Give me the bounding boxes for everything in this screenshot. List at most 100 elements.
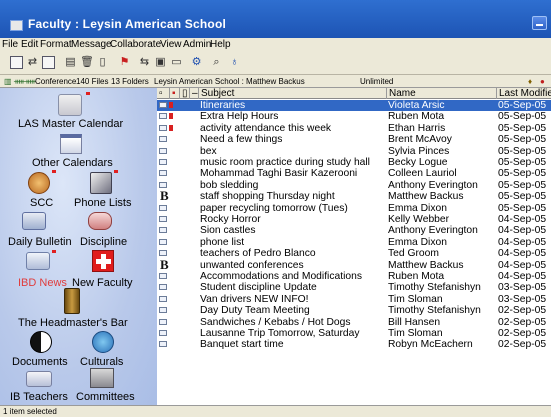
- search-icon[interactable]: ⌕: [210, 56, 223, 69]
- table-row[interactable]: Rocky Horror Kelly Webber 04-Sep-05: [157, 214, 551, 225]
- conference-icon: ▥: [4, 77, 12, 86]
- globe-icon[interactable]: [92, 331, 114, 353]
- message-subject: bob sledding: [200, 179, 259, 191]
- table-row[interactable]: Student discipline Update Timothy Stefani…: [157, 282, 551, 293]
- filter-icon[interactable]: ♁: [228, 56, 241, 69]
- table-row[interactable]: Itineraries Violeta Arsic 05-Sep-05: [157, 100, 551, 111]
- column-name[interactable]: Name: [386, 88, 496, 99]
- message-author: Emma Dixon: [388, 236, 447, 248]
- table-row[interactable]: Sandwiches / Kebabs / Hot Dogs Bill Hanse…: [157, 317, 551, 328]
- sidebar-item-las-master-calendar[interactable]: LAS Master Calendar: [18, 118, 123, 130]
- bulletin-icon[interactable]: [22, 212, 46, 230]
- building-icon[interactable]: [90, 368, 114, 388]
- menu-edit[interactable]: Edit: [21, 39, 38, 50]
- menu-file[interactable]: File: [2, 39, 18, 50]
- menu-view[interactable]: View: [160, 39, 182, 50]
- type-column-icon[interactable]: ▫: [157, 88, 169, 99]
- message-list: ▫ ▪ ▯ – Subject Name Last Modifie Itiner…: [157, 88, 551, 405]
- settings-icon[interactable]: ⚙: [190, 56, 203, 69]
- menu-format[interactable]: Format: [40, 39, 72, 50]
- table-row[interactable]: Day Duty Team Meeting Timothy Stefanishyn…: [157, 305, 551, 316]
- sort-column-icon[interactable]: –: [189, 88, 198, 99]
- print-icon[interactable]: ▤: [64, 56, 77, 69]
- table-row[interactable]: bex Sylvia Pinces 05-Sep-05: [157, 146, 551, 157]
- table-row[interactable]: Bunwanted conferences Matthew Backus 04-Se…: [157, 256, 551, 272]
- table-row[interactable]: music room practice during study hall Bec…: [157, 157, 551, 168]
- table-row[interactable]: Bstaff shopping Thursday night Matthew Ba…: [157, 189, 551, 202]
- message-author: Timothy Stefanishyn: [388, 282, 481, 294]
- message-icon: [159, 147, 167, 154]
- title-bar: Faculty : Leysin American School: [0, 0, 551, 38]
- reply-icon[interactable]: ⇄: [26, 56, 39, 69]
- file-icon[interactable]: ▯: [96, 56, 109, 69]
- sidebar-item-the-headmasters-bar[interactable]: The Headmaster's Bar: [18, 317, 128, 329]
- phone-icon[interactable]: [90, 172, 112, 194]
- sidebar-item-documents[interactable]: Documents: [12, 356, 68, 368]
- message-subject: Van drivers NEW INFO!: [200, 293, 309, 305]
- delete-icon[interactable]: 🗑: [80, 56, 94, 69]
- table-row[interactable]: Sion castles Anthony Everington 04-Sep-05: [157, 225, 551, 236]
- calendar-icon[interactable]: [60, 134, 82, 154]
- swiss-cross-icon[interactable]: [92, 250, 114, 272]
- table-row[interactable]: paper recycling tomorrow (Tues) Emma Dixo…: [157, 203, 551, 214]
- table-row[interactable]: Lausanne Trip Tomorrow, Saturday Tim Slom…: [157, 328, 551, 339]
- teachers-icon[interactable]: [26, 371, 52, 387]
- message-date: 05-Sep-05: [498, 111, 547, 123]
- menu-help[interactable]: Help: [210, 39, 231, 50]
- message-subject: Lausanne Trip Tomorrow, Saturday: [200, 328, 360, 339]
- table-row[interactable]: teachers of Pedro Blanco Ted Groom 04-Sep-…: [157, 248, 551, 259]
- message-icon: [159, 273, 167, 279]
- storage-limit: Unlimited: [360, 77, 394, 86]
- sidebar-item-new-faculty[interactable]: New Faculty: [72, 277, 133, 289]
- message-author: Tim Sloman: [388, 328, 443, 339]
- sidebar-item-committees[interactable]: Committees: [76, 391, 135, 403]
- sidebar-item-scc[interactable]: SCC: [30, 197, 53, 209]
- message-icon: [159, 124, 167, 131]
- medal-icon[interactable]: [28, 172, 50, 194]
- sidebar-item-ibd-news[interactable]: IBD News: [18, 277, 67, 289]
- minimize-button[interactable]: [532, 16, 547, 30]
- message-icon: [159, 113, 167, 120]
- bold-message-icon: B: [160, 256, 169, 272]
- discipline-icon[interactable]: [88, 212, 112, 230]
- attach-column-icon[interactable]: ▯: [179, 88, 189, 99]
- sidebar-item-phone-lists[interactable]: Phone Lists: [74, 197, 131, 209]
- new-message-icon[interactable]: [10, 56, 23, 69]
- yin-yang-icon[interactable]: [30, 331, 52, 353]
- menu-message[interactable]: Message: [71, 39, 112, 50]
- sidebar-item-daily-bulletin[interactable]: Daily Bulletin: [8, 236, 72, 248]
- beer-icon[interactable]: [64, 288, 80, 314]
- sidebar-item-culturals[interactable]: Culturals: [80, 356, 123, 368]
- flag-icon[interactable]: ⚑: [118, 56, 131, 69]
- message-subject: teachers of Pedro Blanco: [200, 248, 316, 260]
- table-row[interactable]: phone list Emma Dixon 04-Sep-05: [157, 237, 551, 248]
- column-last-modified[interactable]: Last Modifie: [496, 88, 551, 99]
- sidebar-item-discipline[interactable]: Discipline: [80, 236, 127, 248]
- flag-column-icon[interactable]: ▪: [169, 88, 179, 99]
- table-row[interactable]: Mohammad Taghi Basir Kazerooni Colleen La…: [157, 168, 551, 179]
- message-date: 02-Sep-05: [498, 339, 547, 351]
- message-author: Sylvia Pinces: [388, 145, 450, 157]
- message-subject: Sion castles: [200, 225, 256, 237]
- folder-icon[interactable]: ▭: [170, 56, 183, 69]
- menu-collaborate[interactable]: Collaborate: [110, 39, 161, 50]
- archive-icon[interactable]: ▣: [154, 56, 167, 69]
- news-icon[interactable]: [26, 252, 50, 270]
- sidebar-item-other-calendars[interactable]: Other Calendars: [32, 157, 113, 169]
- message-author: Ted Groom: [388, 248, 439, 260]
- table-row[interactable]: Accommodations and Modifications Ruben Mo…: [157, 271, 551, 282]
- calendar-icon[interactable]: [58, 94, 82, 116]
- table-row[interactable]: Van drivers NEW INFO! Tim Sloman 03-Sep-05: [157, 294, 551, 305]
- table-row[interactable]: activity attendance this week Ethan Harri…: [157, 123, 551, 134]
- menu-admin[interactable]: Admin: [183, 39, 211, 50]
- forward-icon[interactable]: [42, 56, 55, 69]
- table-row[interactable]: Extra Help Hours Ruben Mota 05-Sep-05: [157, 111, 551, 122]
- sidebar-item-ib-teachers[interactable]: IB Teachers: [10, 391, 68, 403]
- message-subject: Rocky Horror: [200, 214, 261, 225]
- message-subject: Student discipline Update: [200, 282, 317, 294]
- table-row[interactable]: Need a few things Brent McAvoy 05-Sep-05: [157, 134, 551, 145]
- column-subject[interactable]: Subject: [198, 88, 388, 99]
- table-row[interactable]: bob sledding Anthony Everington 05-Sep-05: [157, 180, 551, 191]
- move-icon[interactable]: ⇆: [138, 56, 151, 69]
- table-row[interactable]: Banquet start time Robyn McEachern 02-Sep-…: [157, 339, 551, 350]
